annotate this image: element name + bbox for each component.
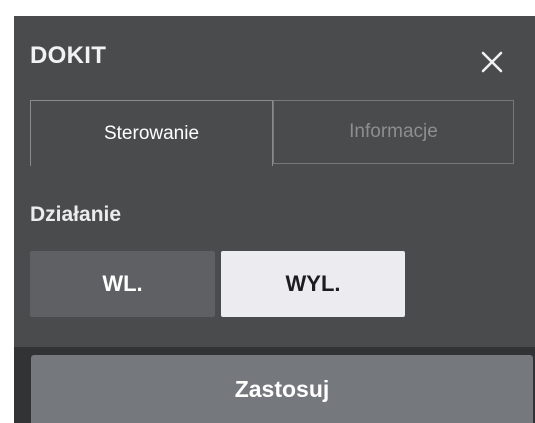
tab-sterowanie[interactable]: Sterowanie (30, 100, 273, 166)
close-button[interactable] (480, 50, 504, 74)
off-button[interactable]: WYL. (221, 251, 405, 317)
on-button[interactable]: WL. (30, 251, 215, 317)
tab-bar: Sterowanie Informacje (30, 100, 514, 166)
close-icon (481, 51, 503, 73)
tab-informacje[interactable]: Informacje (273, 100, 514, 164)
apply-button[interactable]: Zastosuj (31, 355, 533, 423)
dokit-dialog: DOKIT Sterowanie Informacje Działanie WL… (14, 16, 535, 423)
dialog-title: DOKIT (30, 42, 107, 69)
action-section-label: Działanie (30, 203, 122, 226)
